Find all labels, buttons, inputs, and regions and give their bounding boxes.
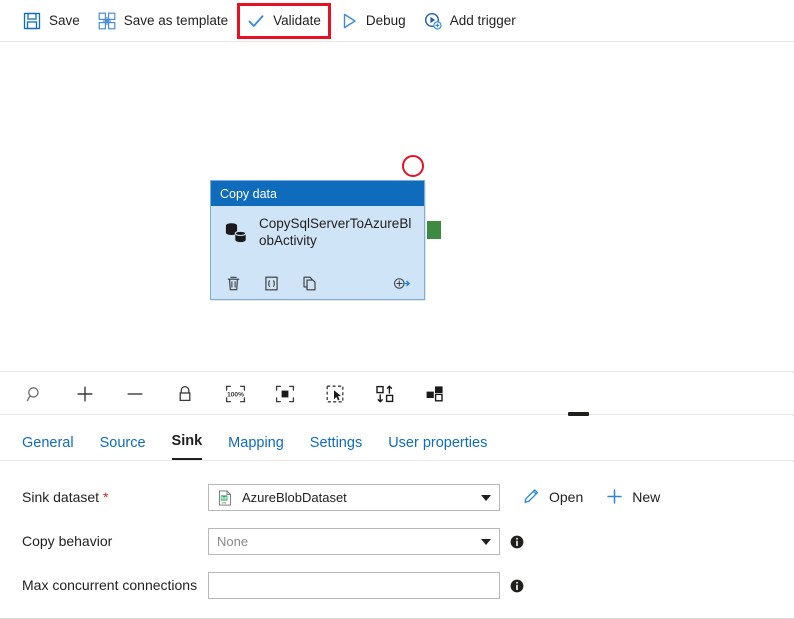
- save-icon: [23, 12, 41, 29]
- activity-node-header: Copy data: [211, 181, 424, 206]
- lock-icon: [179, 385, 191, 401]
- copy-behavior-control: None: [208, 528, 500, 555]
- max-concurrent-connections-input[interactable]: [208, 572, 500, 599]
- info-icon[interactable]: [510, 579, 524, 593]
- chevron-down-icon: [481, 538, 491, 545]
- sink-dataset-label: Sink dataset *: [22, 484, 208, 507]
- max-concurrent-connections-row: Max concurrent connections: [0, 572, 794, 599]
- activity-node-title: CopySqlServerToAzureBlobActivity: [259, 216, 412, 248]
- add-trigger-button[interactable]: Add trigger: [415, 5, 525, 37]
- template-icon: [98, 12, 116, 29]
- copy-behavior-label: Copy behavior: [22, 533, 113, 549]
- debug-button[interactable]: Debug: [331, 5, 415, 37]
- add-output-icon[interactable]: [393, 275, 410, 292]
- delete-icon[interactable]: [225, 275, 242, 292]
- activity-node-copy-data[interactable]: Copy data CopySqlServerToAzureBlobActivi…: [210, 180, 425, 300]
- sink-dataset-row: Sink dataset * csv AzureBlobDataset Open…: [0, 484, 794, 511]
- tab-mapping[interactable]: Mapping: [228, 435, 284, 460]
- pipeline-editor: Save Save as template Validate Debug Add…: [0, 0, 794, 619]
- sink-dataset-select[interactable]: csv AzureBlobDataset: [208, 484, 500, 511]
- zoom-in-button[interactable]: [72, 381, 98, 407]
- svg-text:100%: 100%: [227, 391, 244, 398]
- save-as-template-button[interactable]: Save as template: [89, 5, 237, 37]
- save-as-template-label: Save as template: [123, 13, 229, 28]
- svg-text:csv: csv: [222, 500, 227, 504]
- add-trigger-label: Add trigger: [449, 13, 516, 28]
- database-copy-icon: [225, 223, 247, 243]
- tab-settings[interactable]: Settings: [310, 435, 362, 460]
- copy-behavior-select[interactable]: None: [208, 528, 500, 555]
- sink-dataset-control: csv AzureBlobDataset: [208, 484, 500, 511]
- pipeline-canvas[interactable]: Copy data CopySqlServerToAzureBlobActivi…: [0, 42, 794, 372]
- debug-button-label: Debug: [365, 13, 406, 28]
- add-trigger-icon: [424, 12, 442, 30]
- sink-dataset-value: AzureBlobDataset: [242, 490, 347, 505]
- sink-properties-form: Sink dataset * csv AzureBlobDataset Open…: [0, 462, 794, 618]
- copy-behavior-row: Copy behavior None: [0, 528, 794, 555]
- activity-node-header-label: Copy data: [220, 186, 277, 201]
- pencil-icon: [524, 489, 539, 503]
- activity-node-output-port[interactable]: [427, 221, 441, 239]
- zoom-100-icon: 100%: [225, 385, 245, 402]
- required-marker: *: [102, 489, 109, 505]
- auto-align-button[interactable]: [372, 381, 398, 407]
- duplicate-icon[interactable]: [301, 275, 318, 292]
- max-concurrent-connections-label: Max concurrent connections: [22, 577, 198, 593]
- validate-button-label: Validate: [273, 13, 321, 28]
- new-dataset-button[interactable]: New: [605, 487, 660, 506]
- auto-align-icon: [376, 385, 394, 402]
- fit-to-screen-button[interactable]: [272, 381, 298, 407]
- new-dataset-label: New: [632, 488, 661, 505]
- info-icon[interactable]: [510, 535, 524, 549]
- activity-node-body: CopySqlServerToAzureBlobActivity: [211, 206, 424, 268]
- canvas-toolbar: 100%: [0, 373, 794, 415]
- annotation-circle: [402, 155, 424, 177]
- save-button-label: Save: [49, 13, 80, 28]
- plus-icon: [607, 489, 622, 504]
- activity-node-actions: [211, 268, 424, 298]
- properties-tabs: General Source Sink Mapping Settings Use…: [0, 416, 794, 461]
- sink-dataset-label-text: Sink dataset: [22, 489, 100, 505]
- tab-user-properties[interactable]: User properties: [388, 435, 487, 460]
- zoom-out-button[interactable]: [122, 381, 148, 407]
- max-concurrent-connections-control: [208, 572, 500, 599]
- zoom-in-icon: [77, 386, 93, 401]
- csv-dataset-icon: csv: [218, 489, 232, 506]
- code-brackets-icon[interactable]: [263, 275, 280, 292]
- zoom-100-button[interactable]: 100%: [222, 381, 248, 407]
- select-area-icon: [326, 385, 344, 402]
- main-toolbar: Save Save as template Validate Debug Add…: [0, 0, 794, 42]
- tab-source[interactable]: Source: [100, 435, 146, 460]
- copy-behavior-value: None: [217, 534, 249, 549]
- zoom-search-icon: [26, 386, 39, 401]
- zoom-out-icon: [127, 392, 143, 395]
- layout-icon: [426, 385, 443, 401]
- checkmark-icon: [248, 14, 264, 27]
- tab-general[interactable]: General: [22, 435, 74, 460]
- open-dataset-label: Open: [549, 488, 584, 505]
- select-area-button[interactable]: [322, 381, 348, 407]
- chevron-down-icon: [481, 494, 491, 501]
- validate-button[interactable]: Validate: [237, 2, 331, 39]
- tab-sink[interactable]: Sink: [171, 433, 203, 460]
- zoom-search-button[interactable]: [22, 381, 48, 407]
- open-dataset-button[interactable]: Open: [522, 487, 583, 506]
- save-button[interactable]: Save: [14, 5, 89, 37]
- fit-to-screen-icon: [275, 385, 295, 402]
- lock-button[interactable]: [172, 381, 198, 407]
- layout-button[interactable]: [422, 381, 448, 407]
- play-triangle-icon: [343, 13, 356, 28]
